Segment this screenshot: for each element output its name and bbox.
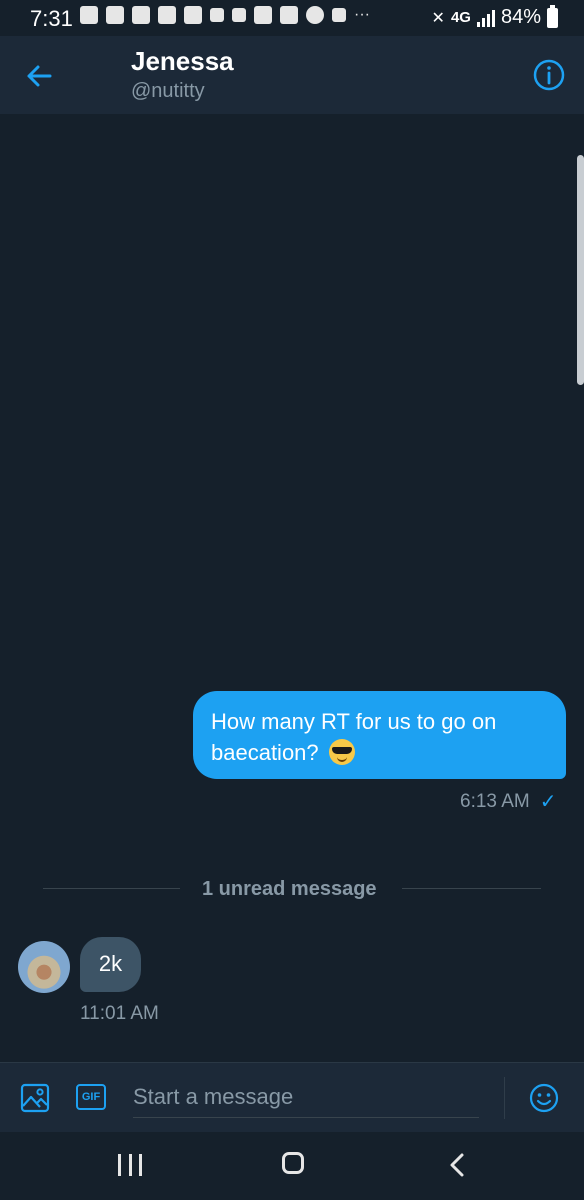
ebay-icon (280, 6, 298, 24)
image-icon (20, 1083, 50, 1113)
smiley-icon (529, 1083, 559, 1113)
app-notification-icon (80, 6, 98, 24)
message-input[interactable] (133, 1077, 479, 1118)
message-timestamp: 11:01 AM (80, 1003, 159, 1024)
incoming-message-bubble[interactable]: 2k (80, 937, 141, 992)
contact-name[interactable]: Jenessa (131, 46, 234, 77)
avatar[interactable] (18, 941, 70, 993)
battery-icon (547, 4, 558, 28)
message-text: 2k (98, 951, 123, 976)
photo-button[interactable] (20, 1083, 50, 1113)
back-button[interactable] (20, 56, 60, 96)
sent-check-icon: ✓ (539, 791, 557, 813)
chevron-left-icon (450, 1153, 464, 1177)
message-notification-icon (106, 6, 124, 24)
status-bar: 7:31 ··· ✕ 4G 84% (0, 0, 584, 36)
divider-line (43, 888, 180, 889)
system-back-button[interactable] (446, 1152, 470, 1178)
more-notifications-icon: ··· (354, 6, 370, 23)
bookmark-icon (210, 8, 224, 22)
info-icon (533, 59, 565, 91)
notification-icons: ··· (80, 6, 370, 24)
home-button[interactable] (282, 1152, 304, 1174)
composer-divider (504, 1077, 505, 1119)
arrow-left-icon (27, 65, 52, 87)
chart-icon (232, 8, 246, 22)
contact-handle[interactable]: @nutitty (131, 80, 205, 103)
emoji-button[interactable] (529, 1083, 559, 1113)
signal-icon (476, 9, 495, 27)
recent-apps-button[interactable] (118, 1154, 142, 1176)
mute-icon: ✕ (431, 9, 445, 27)
sports-icon (306, 6, 324, 24)
youtube-icon (184, 6, 202, 24)
outgoing-message-bubble[interactable]: How many RT for us to go on baecation? (193, 691, 566, 779)
divider-line (402, 888, 541, 889)
unread-divider-label: 1 unread message (202, 878, 377, 900)
status-time: 7:31 (30, 6, 73, 31)
status-right: ✕ 4G 84% (431, 4, 558, 29)
battery-percent: 84% (500, 6, 541, 28)
outgoing-message-meta: 6:13 AM ✓ (460, 789, 556, 814)
message-composer: GIF (0, 1062, 584, 1133)
sunglasses-emoji-icon (328, 739, 355, 765)
youtube-icon (158, 6, 176, 24)
gif-button[interactable]: GIF (76, 1084, 106, 1110)
youtube-icon (132, 6, 150, 24)
network-type: 4G (450, 9, 471, 26)
conversation-header: Jenessa @nutitty (0, 36, 584, 114)
lock-icon (332, 8, 346, 22)
scrollbar[interactable] (577, 155, 584, 385)
info-button[interactable] (532, 58, 566, 92)
gmail-icon (254, 6, 272, 24)
system-navigation-bar (0, 1132, 584, 1200)
message-timestamp: 6:13 AM (460, 790, 530, 812)
